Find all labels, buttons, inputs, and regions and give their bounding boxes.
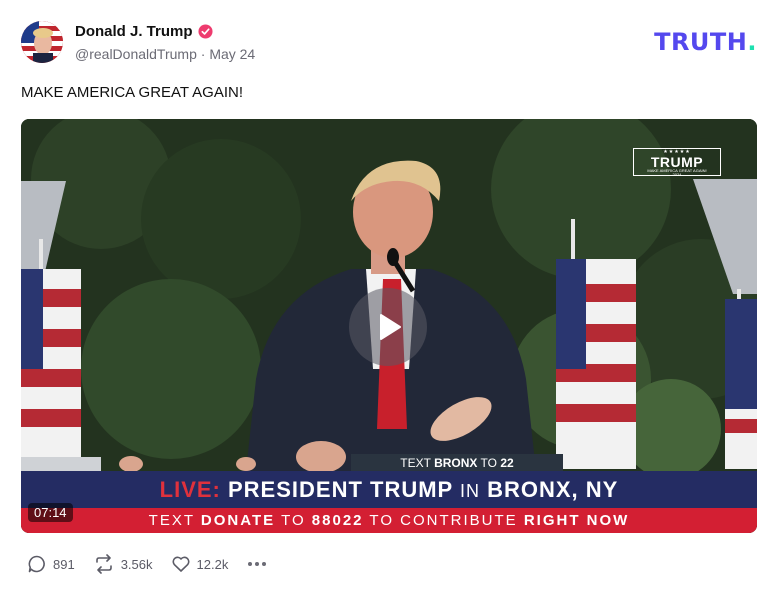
donate-contribute: TO CONTRIBUTE [369,512,518,529]
author-name[interactable]: Donald J. Trump [75,23,193,40]
banner-location: BRONX, NY [487,477,619,502]
live-banner: LIVE: PRESIDENT TRUMP IN BRONX, NY [21,471,757,508]
live-label: LIVE: [159,477,221,502]
donate-text-word: TEXT [148,512,195,529]
banner-in: IN [459,481,480,501]
avatar[interactable] [21,21,63,63]
more-dot-icon [262,562,267,566]
logo-text: TRUTH [654,28,748,56]
podium-sign-keyword: BRONX [434,456,478,470]
author-handle[interactable]: @realDonaldTrump [75,46,197,62]
podium-sign-number: 22 [500,456,514,470]
play-icon [380,314,401,340]
donate-right-now: RIGHT NOW [523,512,630,529]
post-text: MAKE AMERICA GREAT AGAIN! [21,84,244,101]
like-button[interactable]: 12.2k [171,554,229,574]
campaign-logo: ★★★★★ TRUMP MAKE AMERICA GREAT AGAIN! 20… [633,148,721,177]
podium-sign-rest: TO [480,456,497,470]
reply-count: 891 [53,556,75,572]
like-count: 12.2k [196,556,229,572]
play-button[interactable] [349,288,427,366]
podium-sign-prefix: TEXT [400,456,431,470]
donate-keyword: DONATE [200,512,276,529]
post-actions: 891 3.56k 12.2k [27,554,268,574]
podium-sign: TEXT BRONX TO 22 [351,454,563,472]
reply-icon [28,555,45,573]
banner-headline: PRESIDENT TRUMP [228,477,453,502]
retruth-count: 3.56k [120,556,153,572]
truth-logo[interactable]: TRUTH. [654,28,757,56]
more-dot-icon [248,562,253,566]
retruth-icon [95,554,112,574]
retruth-button[interactable]: 3.56k [93,554,153,574]
donate-to: TO [281,512,306,529]
logo-dot: . [747,28,757,56]
post-date[interactable]: May 24 [209,46,255,62]
video-player[interactable]: ★★★★★ TRUMP MAKE AMERICA GREAT AGAIN! 20… [21,119,757,533]
post-meta: @realDonaldTrump · May 24 [75,46,255,62]
donate-number: 88022 [311,512,364,529]
campaign-logo-year: 2024 [672,172,682,177]
verified-badge-icon [197,24,213,39]
campaign-logo-title: TRUMP [650,154,704,170]
heart-icon [172,556,190,572]
video-duration: 07:14 [28,503,73,522]
meta-separator: · [200,46,206,62]
more-options-button[interactable] [246,556,268,572]
donate-banner: TEXT DONATE TO 88022 TO CONTRIBUTE RIGHT… [21,508,757,533]
more-dot-icon [255,562,260,566]
reply-button[interactable]: 891 [27,554,75,574]
